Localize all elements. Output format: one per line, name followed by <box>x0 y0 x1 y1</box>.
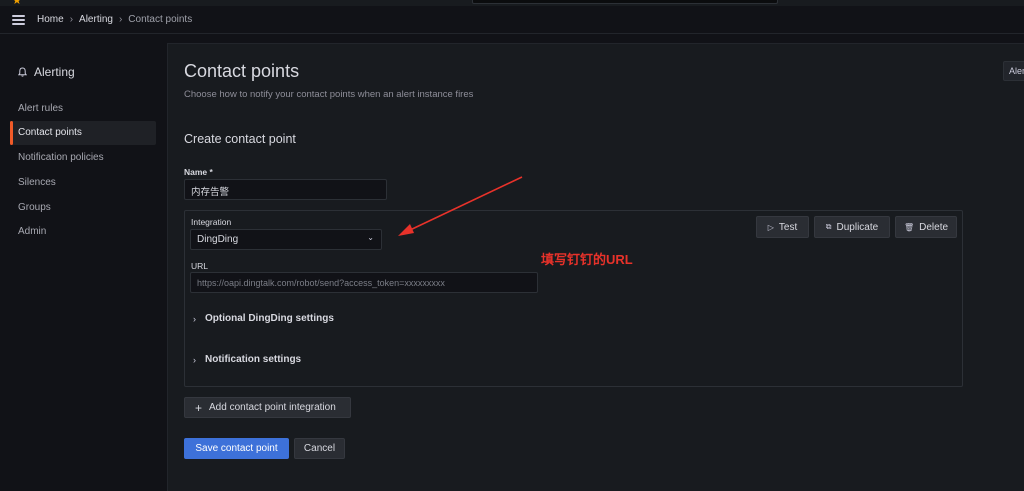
optional-settings-label: Optional DingDing settings <box>205 313 334 324</box>
alerting-corner-button[interactable]: Alerting <box>1003 61 1024 81</box>
integration-box: Integration DingDing ⌄ URL https://oapi.… <box>184 210 963 387</box>
breadcrumb: Home › Alerting › Contact points <box>37 14 192 25</box>
delete-button[interactable]: 🗑 Delete <box>895 216 957 238</box>
trash-icon: 🗑 <box>903 222 915 232</box>
breadcrumb-alerting[interactable]: Alerting <box>79 14 113 25</box>
duplicate-button[interactable]: ⧉ Duplicate <box>814 216 890 238</box>
plus-icon: + <box>195 400 203 415</box>
section-title: Create contact point <box>184 132 296 146</box>
test-button-label: Test <box>778 221 798 233</box>
grafana-logo-icon[interactable]: ★ <box>12 0 24 7</box>
name-label: Name * <box>184 167 213 177</box>
chevron-right-icon: › <box>193 313 196 324</box>
menu-icon[interactable] <box>12 15 25 25</box>
url-label: URL <box>191 261 209 271</box>
page-title: Contact points <box>184 61 300 81</box>
duplicate-button-label: Duplicate <box>836 221 879 233</box>
page-subtitle: Choose how to notify your contact points… <box>184 89 474 100</box>
url-input[interactable]: https://oapi.dingtalk.com/robot/send?acc… <box>190 272 538 293</box>
chevron-down-icon: ⌄ <box>367 233 374 242</box>
delete-button-label: Delete <box>919 221 949 233</box>
breadcrumb-current: Contact points <box>128 14 193 25</box>
annotation-text: 填写钉钉的URL <box>541 252 633 267</box>
breadcrumb-home[interactable]: Home <box>37 14 64 25</box>
add-integration-label: Add contact point integration <box>209 402 336 413</box>
sidebar-item-silences[interactable]: Silences <box>10 170 156 194</box>
copy-icon: ⧉ <box>825 222 832 231</box>
bell-icon <box>18 67 27 77</box>
sidebar-item-groups[interactable]: Groups <box>10 195 156 219</box>
add-integration-button[interactable]: + Add contact point integration <box>184 397 351 418</box>
sidebar-title-label: Alerting <box>34 65 75 79</box>
sidebar-item-alert-rules[interactable]: Alert rules <box>10 96 156 120</box>
sidebar-title: Alerting <box>18 65 75 79</box>
sidebar-item-admin[interactable]: Admin <box>10 220 156 244</box>
name-input[interactable]: 内存告警 <box>184 179 387 200</box>
optional-settings-toggle[interactable]: › Optional DingDing settings <box>193 313 334 324</box>
integration-label: Integration <box>191 217 232 227</box>
cancel-button[interactable]: Cancel <box>294 438 345 459</box>
notification-settings-label: Notification settings <box>205 354 302 365</box>
sidebar-item-contact-points[interactable]: Contact points <box>10 120 156 145</box>
integration-select[interactable]: DingDing ⌄ <box>190 229 382 250</box>
notification-settings-toggle[interactable]: › Notification settings <box>193 354 301 365</box>
sidebar: Alerting Alert rules Contact points Noti… <box>0 35 166 491</box>
save-contact-point-button[interactable]: Save contact point <box>184 438 289 459</box>
test-button[interactable]: ▷ Test <box>756 216 809 238</box>
chevron-right-icon: › <box>69 14 74 25</box>
breadcrumb-bar: Home › Alerting › Contact points <box>0 6 1024 34</box>
search-bar[interactable] <box>472 0 778 4</box>
send-icon: ▷ <box>767 222 774 232</box>
chevron-right-icon: › <box>193 354 196 365</box>
integration-select-value: DingDing <box>197 234 239 245</box>
sidebar-nav: Alert rules Contact points Notification … <box>10 96 156 245</box>
chevron-right-icon: › <box>118 14 123 25</box>
sidebar-item-notification-policies[interactable]: Notification policies <box>10 146 156 170</box>
